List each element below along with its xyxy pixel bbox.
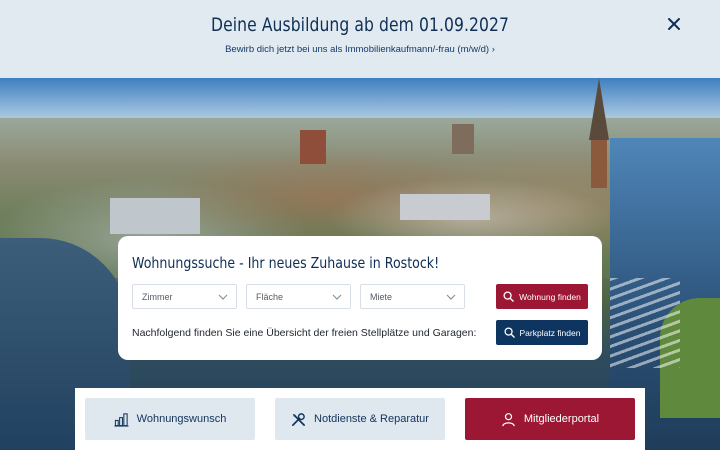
wohnungswunsch-button[interactable]: Wohnungswunsch [85, 398, 255, 440]
user-icon [502, 412, 515, 426]
rent-select[interactable]: Miete [360, 284, 465, 309]
apartment-search-card: Wohnungssuche - Ihr neues Zuhause in Ros… [118, 236, 602, 360]
hero-tower [591, 138, 607, 188]
quick-links: Wohnungswunsch Notdienste & Reparatur Mi… [75, 388, 645, 450]
chevron-down-icon [446, 294, 456, 300]
parking-info-text: Nachfolgend finden Sie eine Übersicht de… [132, 327, 477, 339]
find-apartment-button[interactable]: Wohnung finden [496, 284, 588, 309]
search-icon [503, 291, 514, 302]
hero-building [400, 194, 490, 220]
hero-spire [589, 78, 609, 140]
search-icon [503, 327, 515, 338]
chevron-down-icon [332, 294, 342, 300]
hero-church [452, 124, 474, 154]
building-chart-icon [114, 412, 129, 427]
mitgliederportal-label: Mitgliederportal [523, 413, 600, 425]
hero-building [110, 198, 200, 234]
close-icon[interactable] [666, 16, 682, 32]
banner-apply-link[interactable]: Bewirb dich jetzt bei uns als Immobilien… [0, 44, 720, 55]
tools-icon [292, 412, 305, 426]
wohnungswunsch-label: Wohnungswunsch [136, 413, 227, 425]
rooms-select[interactable]: Zimmer [132, 284, 237, 309]
area-select[interactable]: Fläche [246, 284, 351, 309]
search-title: Wohnungssuche - Ihr neues Zuhause in Ros… [132, 254, 440, 272]
hero-harbor [610, 278, 680, 368]
find-parking-label: Parkplatz finden [519, 327, 581, 338]
rent-select-label: Miete [370, 292, 393, 302]
hero-sky [0, 78, 720, 122]
find-parking-button[interactable]: Parkplatz finden [496, 320, 588, 345]
banner-title: Deine Ausbildung ab dem 01.09.2027 [211, 14, 509, 36]
hero-church [300, 130, 326, 164]
notdienste-label: Notdienste & Reparatur [314, 413, 429, 425]
find-apartment-label: Wohnung finden [519, 291, 581, 302]
announcement-banner: Deine Ausbildung ab dem 01.09.2027 Bewir… [0, 0, 720, 78]
notdienste-button[interactable]: Notdienste & Reparatur [275, 398, 445, 440]
mitgliederportal-button[interactable]: Mitgliederportal [465, 398, 635, 440]
area-select-label: Fläche [256, 292, 284, 302]
chevron-down-icon [218, 294, 228, 300]
rooms-select-label: Zimmer [142, 292, 173, 302]
